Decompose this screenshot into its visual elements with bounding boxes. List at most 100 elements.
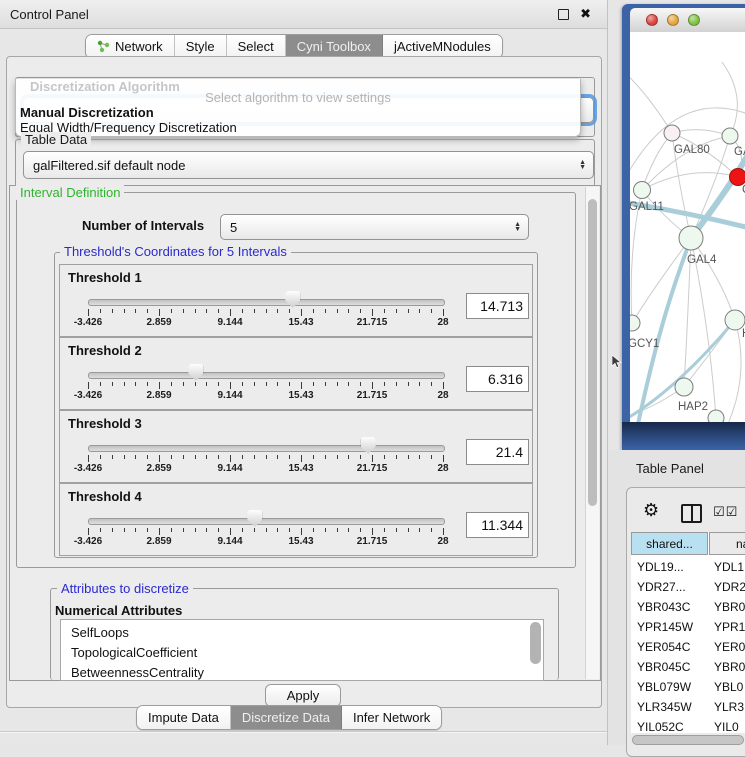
threshold-row-4: Threshold 4-3.4262.8599.14415.4321.71528… [59, 483, 533, 556]
table-row[interactable]: YDR27...YDR2 [631, 577, 745, 597]
node-label: GAL80 [674, 144, 710, 156]
attribute-item-topologicalcoefficient[interactable]: TopologicalCoefficient [71, 645, 197, 665]
table-data-combobox[interactable]: galFiltered.sif default node ▲▼ [23, 151, 594, 179]
network-edge[interactable] [722, 62, 737, 136]
tab-label: Infer Network [353, 710, 430, 725]
tab-infer-network[interactable]: Infer Network [342, 706, 441, 729]
algorithm-dropdown-popup: Discretization Algorithm Select algorith… [15, 79, 581, 137]
threshold-value-field[interactable]: 11.344 [466, 512, 529, 538]
interval-definition-legend: Interval Definition [16, 185, 124, 200]
cell-shared-name: YBR043C [637, 600, 690, 614]
node-label: HAP2 [678, 401, 708, 413]
zoom-traffic-light[interactable] [688, 14, 700, 26]
table-row[interactable]: YLR345WYLR3 [631, 697, 745, 717]
cell-shared-name: YLR345W [637, 700, 692, 714]
slider-track[interactable] [88, 299, 445, 306]
network-node-hap2[interactable] [675, 378, 693, 396]
tab-discretize-data[interactable]: Discretize Data [231, 706, 342, 729]
algorithm-option-manual-discretization[interactable]: Manual Discretization [20, 105, 576, 120]
number-of-intervals-label: Number of Intervals [82, 218, 204, 233]
network-canvas[interactable]: GAL80GACGAL11GAL4GCY1HHAP2 [630, 32, 745, 422]
attribute-item-betweennesscentrality[interactable]: BetweennessCentrality [71, 665, 204, 681]
network-node[interactable] [708, 410, 724, 422]
tab-impute-data[interactable]: Impute Data [137, 706, 231, 729]
network-edge[interactable] [672, 130, 730, 136]
columns-icon[interactable] [681, 504, 702, 523]
close-panel-icon[interactable]: ✖ [580, 6, 591, 22]
network-edge[interactable] [728, 320, 741, 422]
float-window-icon[interactable] [558, 9, 569, 20]
cell-name: YIL0 [714, 720, 739, 733]
threshold-row-1: Threshold 1-3.4262.8599.14415.4321.71528… [59, 264, 533, 337]
close-traffic-light[interactable] [646, 14, 658, 26]
apply-button[interactable]: Apply [265, 684, 341, 707]
control-panel-title: Control Panel [10, 7, 89, 22]
table-row[interactable]: YPR145WYPR1 [631, 617, 745, 637]
tab-label: Style [186, 39, 215, 54]
table-row[interactable]: YDL19...YDL1 [631, 557, 745, 577]
node-label: GA [734, 146, 745, 158]
slider-axis-labels: -3.4262.8599.14415.4321.71528 [88, 463, 444, 475]
table-row[interactable]: YBR045CYBR0 [631, 657, 745, 677]
spinner-arrows-icon: ▲▼ [514, 215, 521, 239]
numerical-attributes-label: Numerical Attributes [55, 603, 182, 618]
network-view-window: GAL80GACGAL11GAL4GCY1HHAP2 [622, 4, 745, 450]
slider-axis-labels: -3.4262.8599.14415.4321.71528 [88, 390, 444, 402]
network-edge[interactable] [630, 72, 672, 133]
slider-track[interactable] [88, 445, 445, 452]
tab-jactivemnodules[interactable]: jActiveMNodules [383, 35, 502, 58]
network-node-c[interactable] [730, 169, 745, 186]
slider-track[interactable] [88, 518, 445, 525]
tab-network[interactable]: Network [86, 35, 175, 58]
gear-icon[interactable]: ⚙ [643, 500, 659, 521]
slider-ticks [88, 309, 444, 317]
threshold-value-field[interactable]: 6.316 [466, 366, 529, 392]
threshold-value-field[interactable]: 14.713 [466, 293, 529, 319]
attribute-item-selfloops[interactable]: SelfLoops [71, 625, 129, 645]
number-of-intervals-combobox[interactable]: 5 ▲▼ [220, 214, 529, 240]
table-row[interactable]: YBL079WYBL0 [631, 677, 745, 697]
network-edge[interactable] [632, 238, 691, 323]
tab-style[interactable]: Style [175, 35, 227, 58]
network-edge[interactable] [691, 238, 735, 320]
mouse-cursor [612, 355, 622, 369]
table-row[interactable]: YER054CYER0 [631, 637, 745, 657]
node-table[interactable]: shared... na YDL19...YDL1YDR27...YDR2YBR… [631, 532, 745, 733]
threshold-label: Threshold 2 [68, 343, 142, 358]
network-node-h[interactable] [725, 310, 745, 330]
network-node-ga[interactable] [722, 128, 738, 144]
thresholds-group: Threshold 1-3.4262.8599.14415.4321.71528… [54, 252, 538, 558]
slider-track[interactable] [88, 372, 445, 379]
table-panel-title: Table Panel [636, 461, 704, 476]
control-panel-window: Control Panel ✖ Network Style Select Cyni T… [0, 0, 608, 745]
network-node-gcy1[interactable] [630, 315, 640, 331]
tab-label: jActiveMNodules [394, 39, 491, 54]
slider-ticks [88, 528, 444, 536]
scrollbar-thumb[interactable] [588, 199, 597, 506]
minimize-traffic-light[interactable] [667, 14, 679, 26]
network-edge[interactable] [642, 133, 672, 190]
network-node-gal4[interactable] [679, 226, 703, 250]
algorithm-option-equal-width-frequency-discretization[interactable]: Equal Width/Frequency Discretization [20, 120, 576, 135]
cell-shared-name: YIL052C [637, 720, 684, 733]
network-node-gal80[interactable] [664, 125, 680, 141]
column-header-name[interactable]: na [709, 532, 745, 555]
list-scrollbar[interactable] [530, 622, 541, 664]
threshold-value-field[interactable]: 21.4 [466, 439, 529, 465]
tab-cyni-toolbox[interactable]: Cyni Toolbox [286, 35, 383, 58]
threshold-label: Threshold 3 [68, 416, 142, 431]
table-row[interactable]: YBR043CYBR0 [631, 597, 745, 617]
column-header-shared[interactable]: shared... [631, 532, 708, 555]
numerical-attributes-list[interactable]: SelfLoopsTopologicalCoefficientBetweenne… [60, 619, 544, 681]
table-row[interactable]: YIL052C YIL0 [631, 717, 745, 733]
horizontal-scrollbar[interactable] [632, 735, 744, 745]
tab-select[interactable]: Select [227, 35, 286, 58]
table-data-legend: Table Data [21, 132, 91, 147]
select-checkboxes-icon[interactable]: ☑☑ [713, 504, 738, 520]
network-node-gal11[interactable] [634, 182, 651, 199]
cell-shared-name: YER054C [637, 640, 690, 654]
spinner-arrows-icon: ▲▼ [579, 152, 586, 178]
vertical-scrollbar[interactable] [585, 187, 599, 679]
cell-shared-name: YBL079W [637, 680, 691, 694]
tab-label: Select [238, 39, 274, 54]
